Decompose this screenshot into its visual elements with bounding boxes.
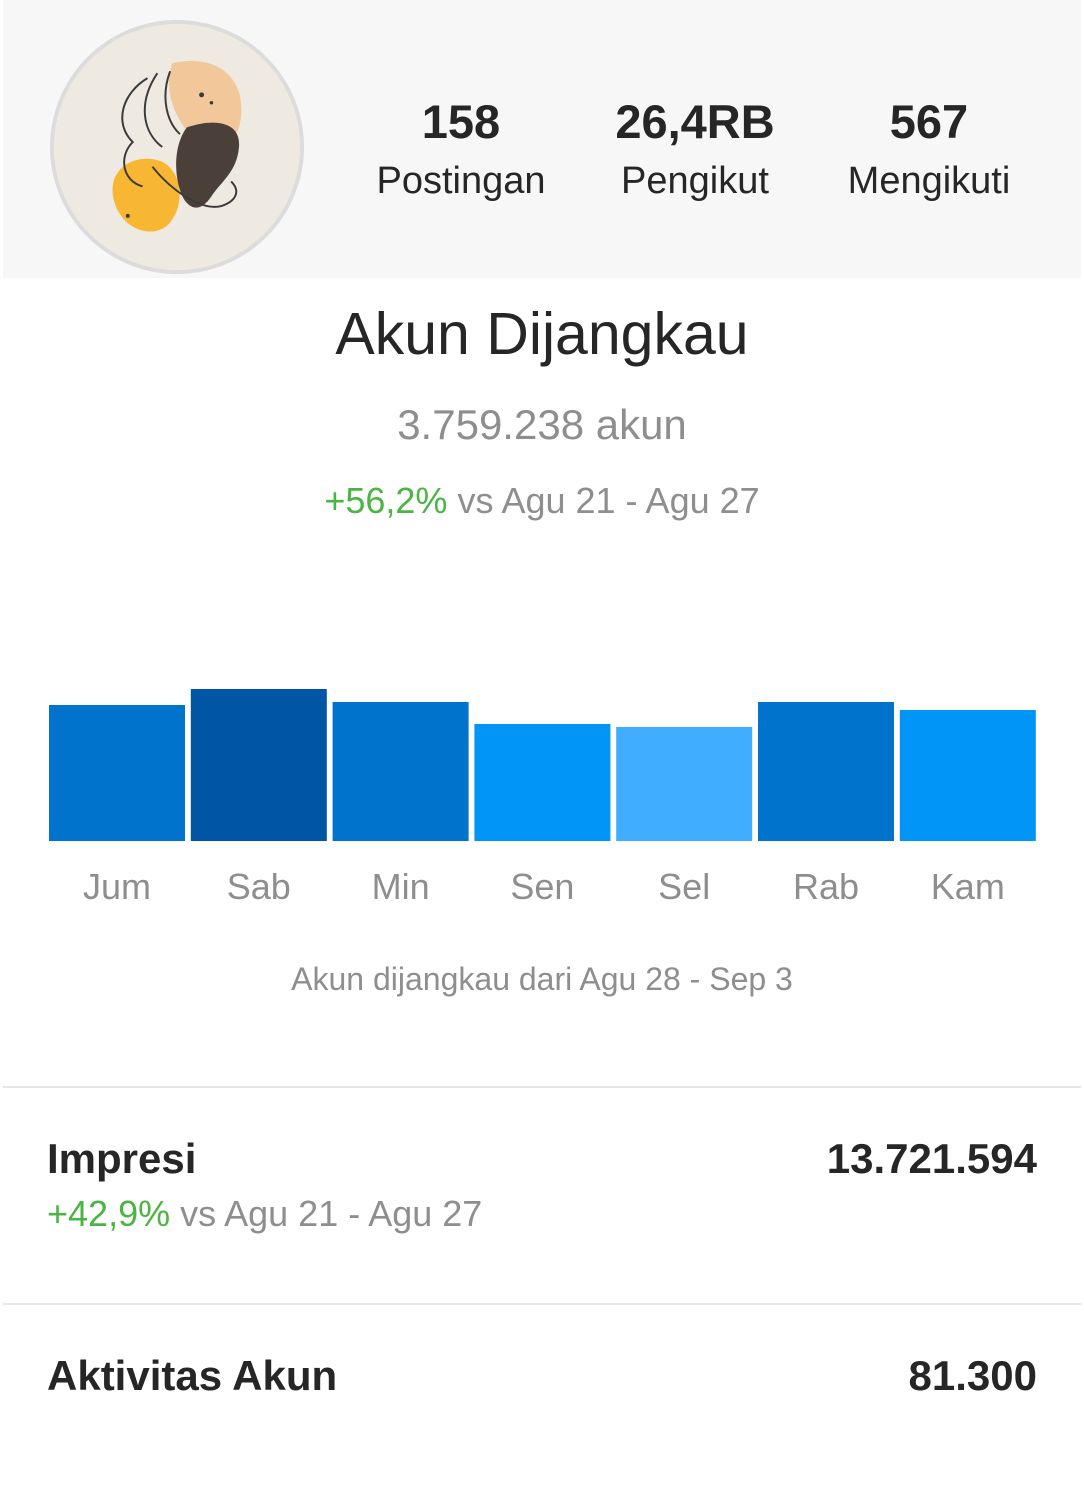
stat-following-label: Mengikuti <box>847 160 1011 202</box>
bar-kam[interactable] <box>899 710 1036 841</box>
reach-delta-text: vs Agu 21 - Agu 27 <box>447 480 760 521</box>
chart-caption: Akun dijangkau dari Agu 28 - Sep 3 <box>291 961 793 997</box>
profile-header: 158 Postingan 26,4RB Pengikut 567 Mengik… <box>3 0 1081 278</box>
impressions-delta-text: vs Agu 21 - Agu 27 <box>170 1193 483 1234</box>
stat-following[interactable]: 567 Mengikuti <box>819 92 1039 206</box>
x-tick-label-sel: Sel <box>658 866 710 907</box>
reach-bar-chart-svg: Jum Sab Min Sen Sel Rab Kam <box>49 689 1036 907</box>
avatar-illustration <box>54 24 300 270</box>
stat-followers-label: Pengikut <box>621 160 769 202</box>
bar-jum[interactable] <box>49 705 185 841</box>
reach-title: Akun Dijangkau <box>335 301 749 367</box>
stat-posts[interactable]: 158 Postingan <box>351 92 571 206</box>
x-tick-label-sab: Sab <box>227 866 291 907</box>
x-tick-label-min: Min <box>372 866 430 907</box>
x-tick-label-kam: Kam <box>931 866 1005 907</box>
bar-sen[interactable] <box>474 724 611 841</box>
x-tick-label-jum: Jum <box>83 866 151 907</box>
impressions-delta: +42,9% vs Agu 21 - Agu 27 <box>47 1191 482 1237</box>
bar-sab[interactable] <box>190 689 327 841</box>
reach-delta-percent: +56,2% <box>324 480 448 521</box>
bar-rab[interactable] <box>758 702 894 841</box>
stat-following-value: 567 <box>889 95 969 148</box>
reach-bar-chart: Jum Sab Min Sen Sel Rab Kam <box>0 560 1084 940</box>
divider <box>3 1303 1081 1305</box>
account-activity-value: 81.300 <box>908 1352 1037 1399</box>
reach-delta: +56,2% vs Agu 21 - Agu 27 <box>0 478 1084 524</box>
stat-followers-value: 26,4RB <box>615 95 775 148</box>
bar-min[interactable] <box>332 702 469 841</box>
bar-sel[interactable] <box>616 727 753 841</box>
x-tick-label-sen: Sen <box>510 866 574 907</box>
divider <box>3 1086 1081 1088</box>
impressions-label: Impresi <box>47 1135 197 1182</box>
account-activity-label[interactable]: Aktivitas Akun <box>47 1349 337 1403</box>
impressions-value: 13.721.594 <box>826 1135 1037 1182</box>
stat-posts-label: Postingan <box>376 160 546 202</box>
profile-avatar[interactable] <box>50 20 304 274</box>
stat-followers[interactable]: 26,4RB Pengikut <box>585 92 805 206</box>
stat-posts-value: 158 <box>421 95 501 148</box>
x-tick-label-rab: Rab <box>793 866 859 907</box>
reach-value: 3.759.238 akun <box>397 401 687 448</box>
impressions-delta-percent: +42,9% <box>47 1193 171 1234</box>
